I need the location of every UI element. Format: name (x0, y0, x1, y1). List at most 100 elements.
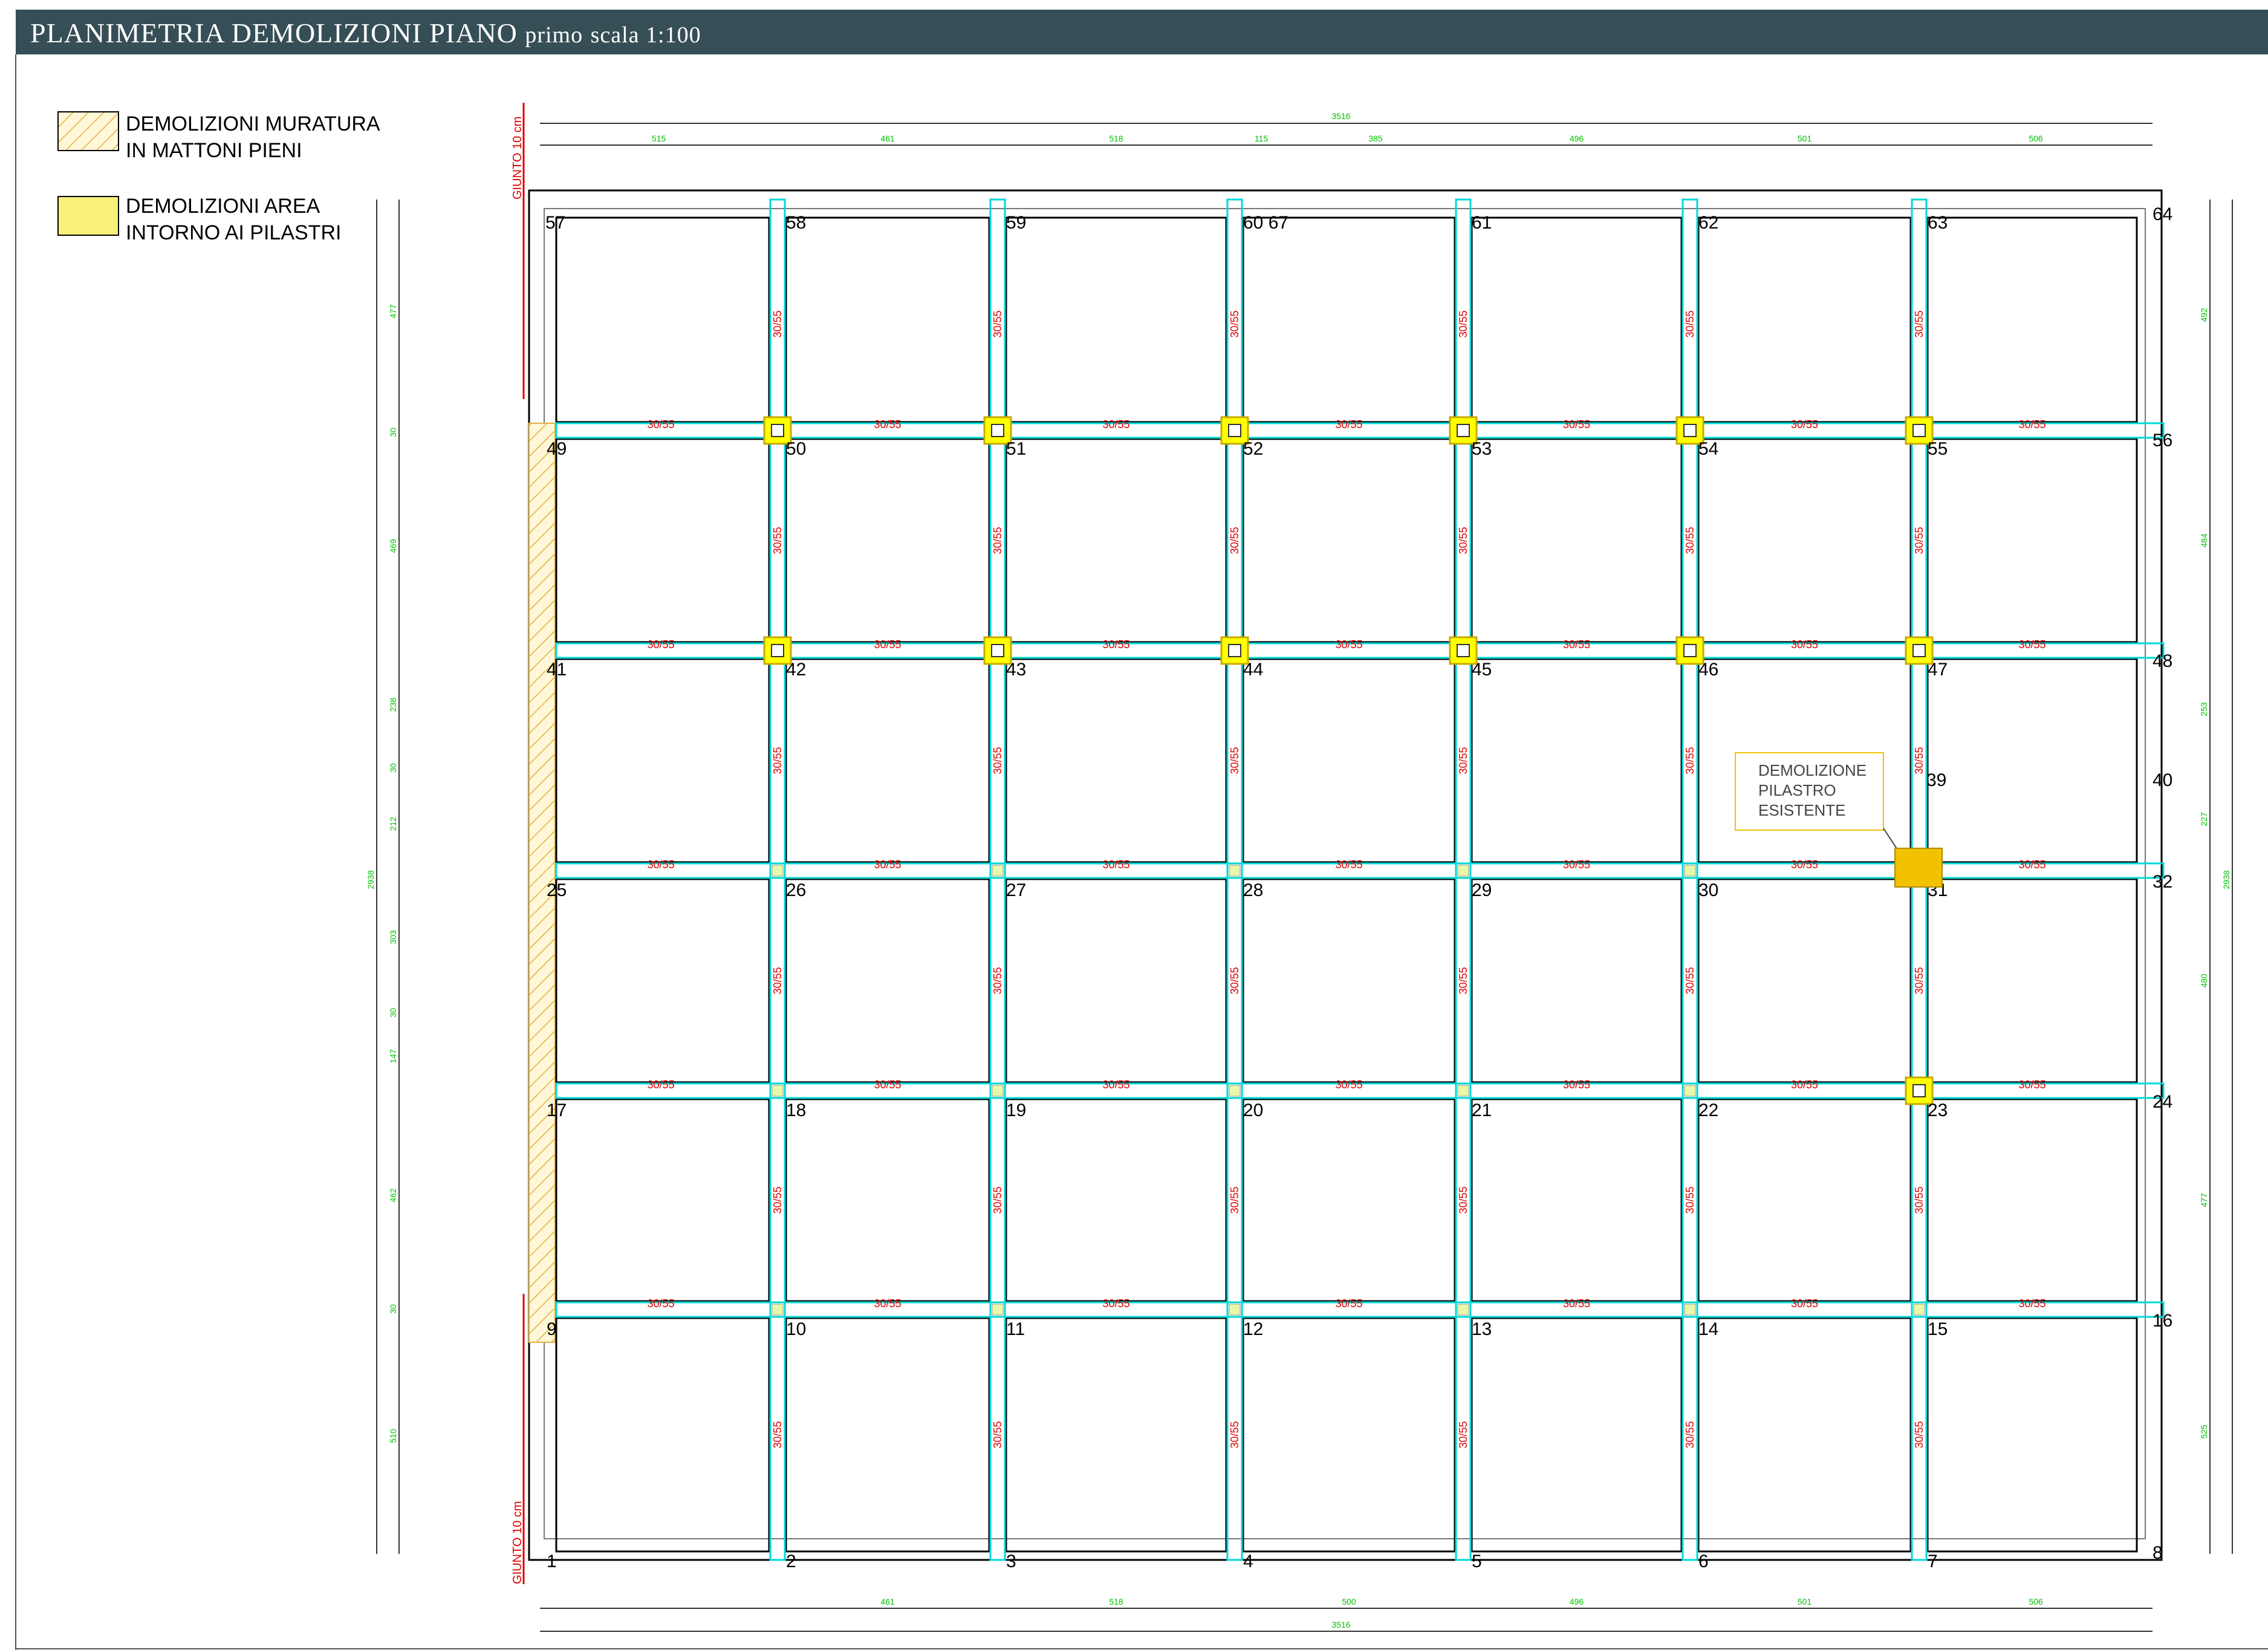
dimension-label: 30 (388, 427, 398, 437)
slab-panel (1697, 1098, 1912, 1302)
beam-label: 30/55 (772, 310, 784, 337)
pillar (1457, 644, 1470, 657)
pillar (1912, 644, 1926, 657)
beam-label: 30/55 (1457, 967, 1469, 994)
node-number: 29 (1472, 880, 1492, 900)
beam-label: 30/55 (874, 859, 901, 871)
dimension-label: 115 (1255, 134, 1269, 143)
pillar (992, 865, 1004, 877)
pillar (1912, 1084, 1926, 1097)
beam-label: 30/55 (1335, 418, 1362, 430)
node-number: 7 (1928, 1551, 1938, 1571)
beam-label: 30/55 (1335, 1298, 1362, 1310)
pillar (1684, 865, 1696, 877)
beam-label: 30/55 (992, 1421, 1004, 1448)
beam-label: 30/55 (647, 1298, 674, 1310)
dimension-label: 147 (388, 1049, 398, 1064)
node-number: 30 (1698, 880, 1718, 900)
slab-panel (1242, 216, 1456, 423)
node-number: 19 (1006, 1100, 1026, 1120)
pillar (991, 644, 1004, 657)
beam-label: 30/55 (2018, 1298, 2045, 1310)
beam-label: 30/55 (1229, 1421, 1241, 1448)
legend: DEMOLIZIONI MURATURA IN MATTONI PIENI DE… (57, 111, 380, 244)
pillar (1229, 1304, 1241, 1316)
beam-label: 30/55 (874, 1079, 901, 1091)
slab-panel (555, 878, 770, 1083)
pillar (1684, 1304, 1696, 1316)
pillar (1683, 424, 1697, 437)
beam-label: 30/55 (1684, 747, 1696, 774)
node-number: 50 (786, 439, 806, 459)
slab-panel (785, 878, 990, 1083)
node-number: 49 (547, 439, 567, 459)
beam-label: 30/55 (992, 310, 1004, 337)
node-number: 47 (1928, 660, 1948, 680)
slab-panel (1470, 1098, 1683, 1302)
node-number: 16 (2153, 1311, 2172, 1331)
dimension-label: 515 (652, 134, 666, 143)
dimension-label: 506 (2029, 134, 2043, 143)
pillar (772, 865, 784, 877)
legend-item-2-line2: INTORNO AI PILASTRI (126, 221, 341, 244)
dimension-label: 461 (880, 1597, 895, 1606)
pillar (771, 424, 784, 437)
node-number: 42 (786, 660, 806, 680)
slab-panel (1005, 438, 1227, 643)
pillar (1912, 424, 1926, 437)
beam-label: 30/55 (1102, 638, 1129, 651)
node-number: 26 (786, 880, 806, 900)
node-number: 59 (1006, 213, 1026, 233)
node-number: 12 (1243, 1319, 1263, 1339)
dimension-label: 212 (388, 817, 398, 831)
pillar (1228, 644, 1241, 657)
dimension-label: 227 (2199, 812, 2209, 827)
beam-label: 30/55 (2018, 418, 2045, 430)
beam-label: 30/55 (1913, 747, 1925, 774)
beam-label: 30/55 (1913, 310, 1925, 337)
slab-panel (1005, 658, 1227, 863)
pillar (991, 424, 1004, 437)
slab-panel (1926, 216, 2138, 423)
node-number: 6 (1698, 1551, 1709, 1571)
beam-label: 30/55 (647, 418, 674, 430)
dimension-label: 3516 (1331, 111, 1350, 121)
pillar (1457, 424, 1470, 437)
beam-label: 30/55 (772, 1421, 784, 1448)
demolished-pillar-31 (1894, 848, 1943, 888)
slab-panel (1697, 438, 1912, 643)
dimension-label: 469 (388, 539, 398, 553)
beam-label: 30/55 (647, 638, 674, 651)
slab-panel (1697, 878, 1912, 1083)
node-number: 41 (547, 660, 567, 680)
node-number: 3 (1006, 1551, 1016, 1571)
slab-panel (1005, 878, 1227, 1083)
beam-label: 30/55 (874, 418, 901, 430)
beam-label: 30/55 (1913, 1186, 1925, 1213)
beam-vertical (989, 198, 1006, 1561)
slab-panel (785, 1098, 990, 1302)
joint-label-bottom: GIUNTO 10 cm (511, 1501, 524, 1584)
dimension-label: 238 (388, 698, 398, 712)
beam-label: 30/55 (1229, 747, 1241, 774)
beam-label: 30/55 (1229, 527, 1241, 554)
dimension-label: 461 (880, 134, 895, 143)
beam-label: 30/55 (1684, 1186, 1696, 1213)
pillar (772, 1304, 784, 1316)
slab-panel (1470, 658, 1683, 863)
beam-label: 30/55 (1102, 1298, 1129, 1310)
beam-label: 30/55 (874, 1298, 901, 1310)
node-number: 24 (2153, 1092, 2172, 1112)
node-number: 28 (1243, 880, 1263, 900)
pillar (1684, 1085, 1696, 1097)
beam-label: 30/55 (772, 967, 784, 994)
beam-label: 30/55 (1563, 638, 1590, 651)
slab-panel (1005, 216, 1227, 423)
pillar (772, 1085, 784, 1097)
dimension-label: 477 (2199, 1193, 2209, 1207)
node-number: 44 (1243, 660, 1263, 680)
beam-label: 30/55 (772, 1186, 784, 1213)
beam-label: 30/55 (2018, 638, 2045, 651)
dimension-label: 496 (1570, 1597, 1584, 1606)
node-number: 10 (786, 1319, 806, 1339)
